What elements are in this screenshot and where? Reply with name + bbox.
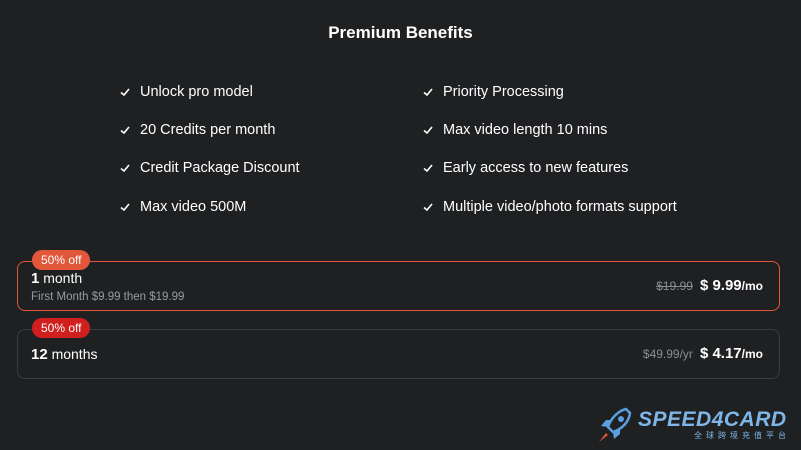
benefit-label: Priority Processing — [443, 84, 564, 100]
benefit-item: Credit Package Discount — [118, 160, 300, 176]
benefit-label: Early access to new features — [443, 160, 629, 176]
plan-duration-unit: month — [39, 270, 83, 286]
current-price: $ 4.17 — [699, 345, 742, 362]
benefit-item: 20 Credits per month — [118, 122, 275, 138]
discount-badge: 50% off — [32, 318, 91, 338]
benefit-label: Unlock pro model — [140, 84, 253, 100]
benefit-item: Multiple video/photo formats support — [421, 199, 677, 215]
plan-name: 12 months — [31, 346, 98, 363]
current-price: $ 9.99 — [699, 277, 742, 294]
benefit-label: 20 Credits per month — [140, 122, 276, 138]
plan-subtitle: First Month $9.99 then $19.99 — [31, 291, 185, 303]
check-icon — [120, 164, 130, 173]
check-icon — [423, 88, 433, 97]
price-period: /mo — [741, 279, 763, 293]
benefit-label: Max video length 10 mins — [443, 122, 608, 138]
original-price: $19.99 — [656, 279, 693, 293]
watermark-brand: SPEED4CARD — [638, 408, 787, 431]
plan-option-1-month[interactable]: 50% off 1 month First Month $9.99 then $… — [17, 250, 780, 311]
plan-option-12-months[interactable]: 50% off 12 months $49.99/yr $ 4.17 /mo — [17, 318, 780, 379]
check-icon — [423, 164, 433, 173]
check-icon — [120, 126, 130, 135]
benefit-item: Priority Processing — [421, 84, 564, 100]
benefit-label: Credit Package Discount — [140, 160, 300, 176]
check-icon — [423, 126, 433, 135]
page-title: Premium Benefits — [328, 23, 473, 42]
watermark: SPEED4CARD 全球跨境充值平台 — [596, 405, 790, 445]
rocket-icon — [599, 407, 632, 442]
check-icon — [120, 88, 130, 97]
plan-price: $49.99/yr $ 4.17 /mo — [643, 345, 763, 362]
check-icon — [120, 203, 130, 212]
plan-price: $19.99 $ 9.99 /mo — [656, 277, 763, 294]
benefit-label: Max video 500M — [140, 199, 247, 215]
plan-name: 1 month — [31, 270, 82, 287]
watermark-tagline: 全球跨境充值平台 — [694, 431, 790, 440]
benefit-item: Unlock pro model — [118, 84, 253, 100]
discount-badge: 50% off — [32, 250, 91, 270]
benefit-label: Multiple video/photo formats support — [443, 199, 677, 215]
benefit-item: Max video 500M — [118, 199, 246, 215]
plan-duration-number: 12 — [31, 346, 48, 363]
benefit-item: Early access to new features — [421, 160, 628, 176]
plan-duration-unit: months — [47, 346, 98, 362]
price-period: /mo — [741, 347, 763, 361]
original-price: $49.99/yr — [642, 347, 693, 361]
check-icon — [423, 203, 433, 212]
benefit-item: Max video length 10 mins — [421, 122, 607, 138]
